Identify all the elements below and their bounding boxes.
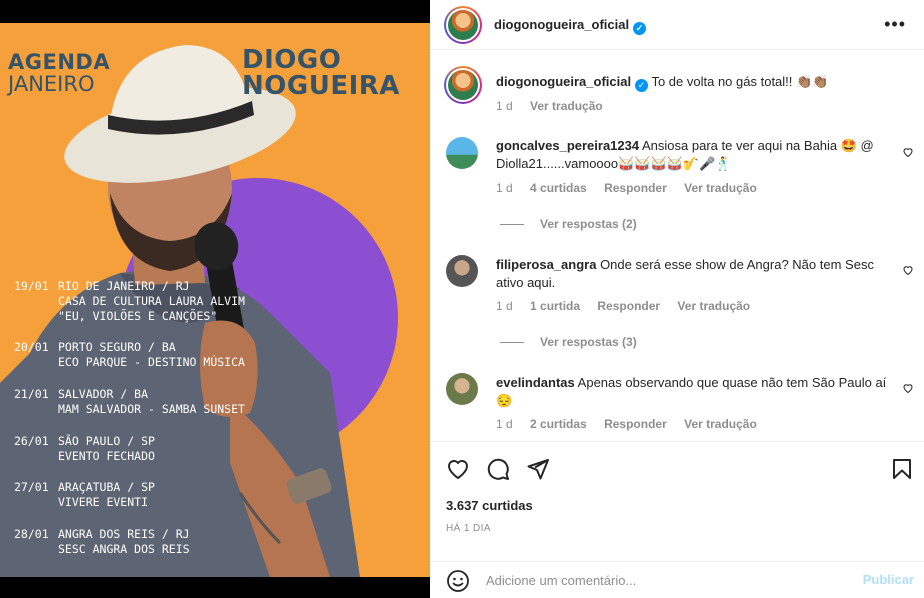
comment-icon[interactable]: [486, 457, 510, 481]
view-replies-button[interactable]: Ver respostas (2): [500, 217, 637, 231]
event-date: 28/01: [14, 527, 49, 541]
author-avatar[interactable]: [444, 6, 482, 44]
event-venue: EVENTO FECHADO: [58, 449, 155, 463]
poster-month: JANEIRO: [8, 72, 95, 96]
header-author[interactable]: diogonogueira_oficial ✓: [494, 17, 647, 35]
caption-meta: 1 d Ver tradução: [496, 99, 617, 113]
caption-translate[interactable]: Ver tradução: [530, 99, 603, 113]
comment-time[interactable]: 1 d: [496, 299, 513, 313]
translate-link[interactable]: Ver tradução: [677, 299, 750, 313]
caption-time[interactable]: 1 d: [496, 99, 513, 113]
caption-text: To de volta no gás total!! 👏🏽👏🏽: [651, 74, 829, 89]
event-city: RIO DE JANEIRO / RJ: [58, 279, 190, 293]
share-icon[interactable]: [526, 457, 550, 481]
verified-icon: ✓: [633, 22, 647, 35]
commenter-avatar[interactable]: [446, 255, 478, 287]
caption-username[interactable]: diogonogueira_oficial: [496, 74, 631, 89]
publish-button[interactable]: Publicar: [863, 572, 914, 587]
comment-likes[interactable]: 1 curtida: [530, 299, 580, 313]
event-date: 21/01: [14, 387, 49, 401]
comment-like-heart-icon[interactable]: [902, 264, 914, 276]
event-city: ANGRA DOS REIS / RJ: [58, 527, 190, 541]
comment-time[interactable]: 1 d: [496, 181, 513, 195]
caption-avatar[interactable]: [444, 66, 482, 104]
event-subtitle: "EU, VIOLÕES E CANÇÕES": [58, 309, 218, 323]
header-username[interactable]: diogonogueira_oficial: [494, 17, 629, 32]
post-time: HÁ 1 DIA: [446, 523, 491, 534]
event-date: 27/01: [14, 480, 49, 494]
post-panel: diogonogueira_oficial ✓ ••• diogonogueira…: [430, 0, 924, 598]
add-comment-bar: Publicar: [430, 561, 924, 598]
event-venue: ECO PARQUE - DESTINO MÚSICA: [58, 355, 245, 369]
comment-meta: 1 d 1 curtida Responder Ver tradução: [496, 299, 764, 313]
post-header: diogonogueira_oficial ✓ •••: [430, 0, 924, 50]
event-date: 20/01: [14, 340, 49, 354]
more-horizontal-icon[interactable]: •••: [884, 14, 906, 35]
comments-section[interactable]: diogonogueira_oficial ✓ To de volta no gá…: [430, 51, 924, 441]
poster-artist-last: NOGUEIRA: [242, 71, 400, 101]
comment-text: filiperosa_angra Onde será esse show de …: [496, 257, 874, 290]
event-date: 26/01: [14, 434, 49, 448]
event-venue: CASA DE CULTURA LAURA ALVIM: [58, 294, 245, 308]
poster-artist-first: DIOGO: [242, 45, 342, 75]
comment-username[interactable]: evelindantas: [496, 375, 575, 390]
reply-button[interactable]: Responder: [604, 417, 667, 431]
event-city: ARAÇATUBA / SP: [58, 480, 155, 494]
bookmark-icon[interactable]: [890, 457, 914, 481]
event-venue: MAM SALVADOR - SAMBA SUNSET: [58, 402, 245, 416]
emoji-icon[interactable]: [446, 569, 470, 593]
comment-input[interactable]: [486, 570, 846, 590]
caption: diogonogueira_oficial ✓ To de volta no gá…: [496, 73, 896, 92]
translate-link[interactable]: Ver tradução: [684, 181, 757, 195]
poster-title: AGENDA: [8, 50, 111, 74]
comment-time[interactable]: 1 d: [496, 417, 513, 431]
replies-divider: [500, 224, 524, 226]
commenter-avatar[interactable]: [446, 373, 478, 405]
reply-button[interactable]: Responder: [597, 299, 660, 313]
comment-like-heart-icon[interactable]: [902, 382, 914, 394]
reply-button[interactable]: Responder: [604, 181, 667, 195]
comment-meta: 1 d 2 curtidas Responder Ver tradução: [496, 417, 771, 431]
comment-likes[interactable]: 4 curtidas: [530, 181, 587, 195]
comment-like-heart-icon[interactable]: [902, 146, 914, 158]
heart-icon[interactable]: [446, 457, 470, 481]
likes-count[interactable]: 3.637 curtidas: [446, 498, 533, 513]
commenter-avatar[interactable]: [446, 137, 478, 169]
verified-icon: ✓: [635, 79, 649, 92]
post-image[interactable]: AGENDA JANEIRO DIOGO NOGUEIRA 19/01 RIO …: [0, 0, 430, 598]
event-city: PORTO SEGURO / BA: [58, 340, 176, 354]
view-replies-button[interactable]: Ver respostas (3): [500, 335, 637, 349]
replies-divider: [500, 342, 524, 344]
comment-username[interactable]: goncalves_pereira1234: [496, 138, 639, 153]
comment-likes[interactable]: 2 curtidas: [530, 417, 587, 431]
event-venue: SESC ANGRA DOS REIS: [58, 542, 190, 556]
comment-meta: 1 d 4 curtidas Responder Ver tradução: [496, 181, 771, 195]
poster: AGENDA JANEIRO DIOGO NOGUEIRA 19/01 RIO …: [0, 23, 430, 577]
comment-text: goncalves_pereira1234 Ansiosa para te ve…: [496, 138, 874, 171]
translate-link[interactable]: Ver tradução: [684, 417, 757, 431]
event-venue: VIVERE EVENTI: [58, 495, 149, 509]
event-date: 19/01: [14, 279, 49, 293]
comment-text: evelindantas Apenas observando que quase…: [496, 375, 887, 408]
post-actions: 3.637 curtidas HÁ 1 DIA: [430, 441, 924, 551]
event-city: SÃO PAULO / SP: [58, 434, 155, 448]
comment-username[interactable]: filiperosa_angra: [496, 257, 596, 272]
event-city: SALVADOR / BA: [58, 387, 149, 401]
